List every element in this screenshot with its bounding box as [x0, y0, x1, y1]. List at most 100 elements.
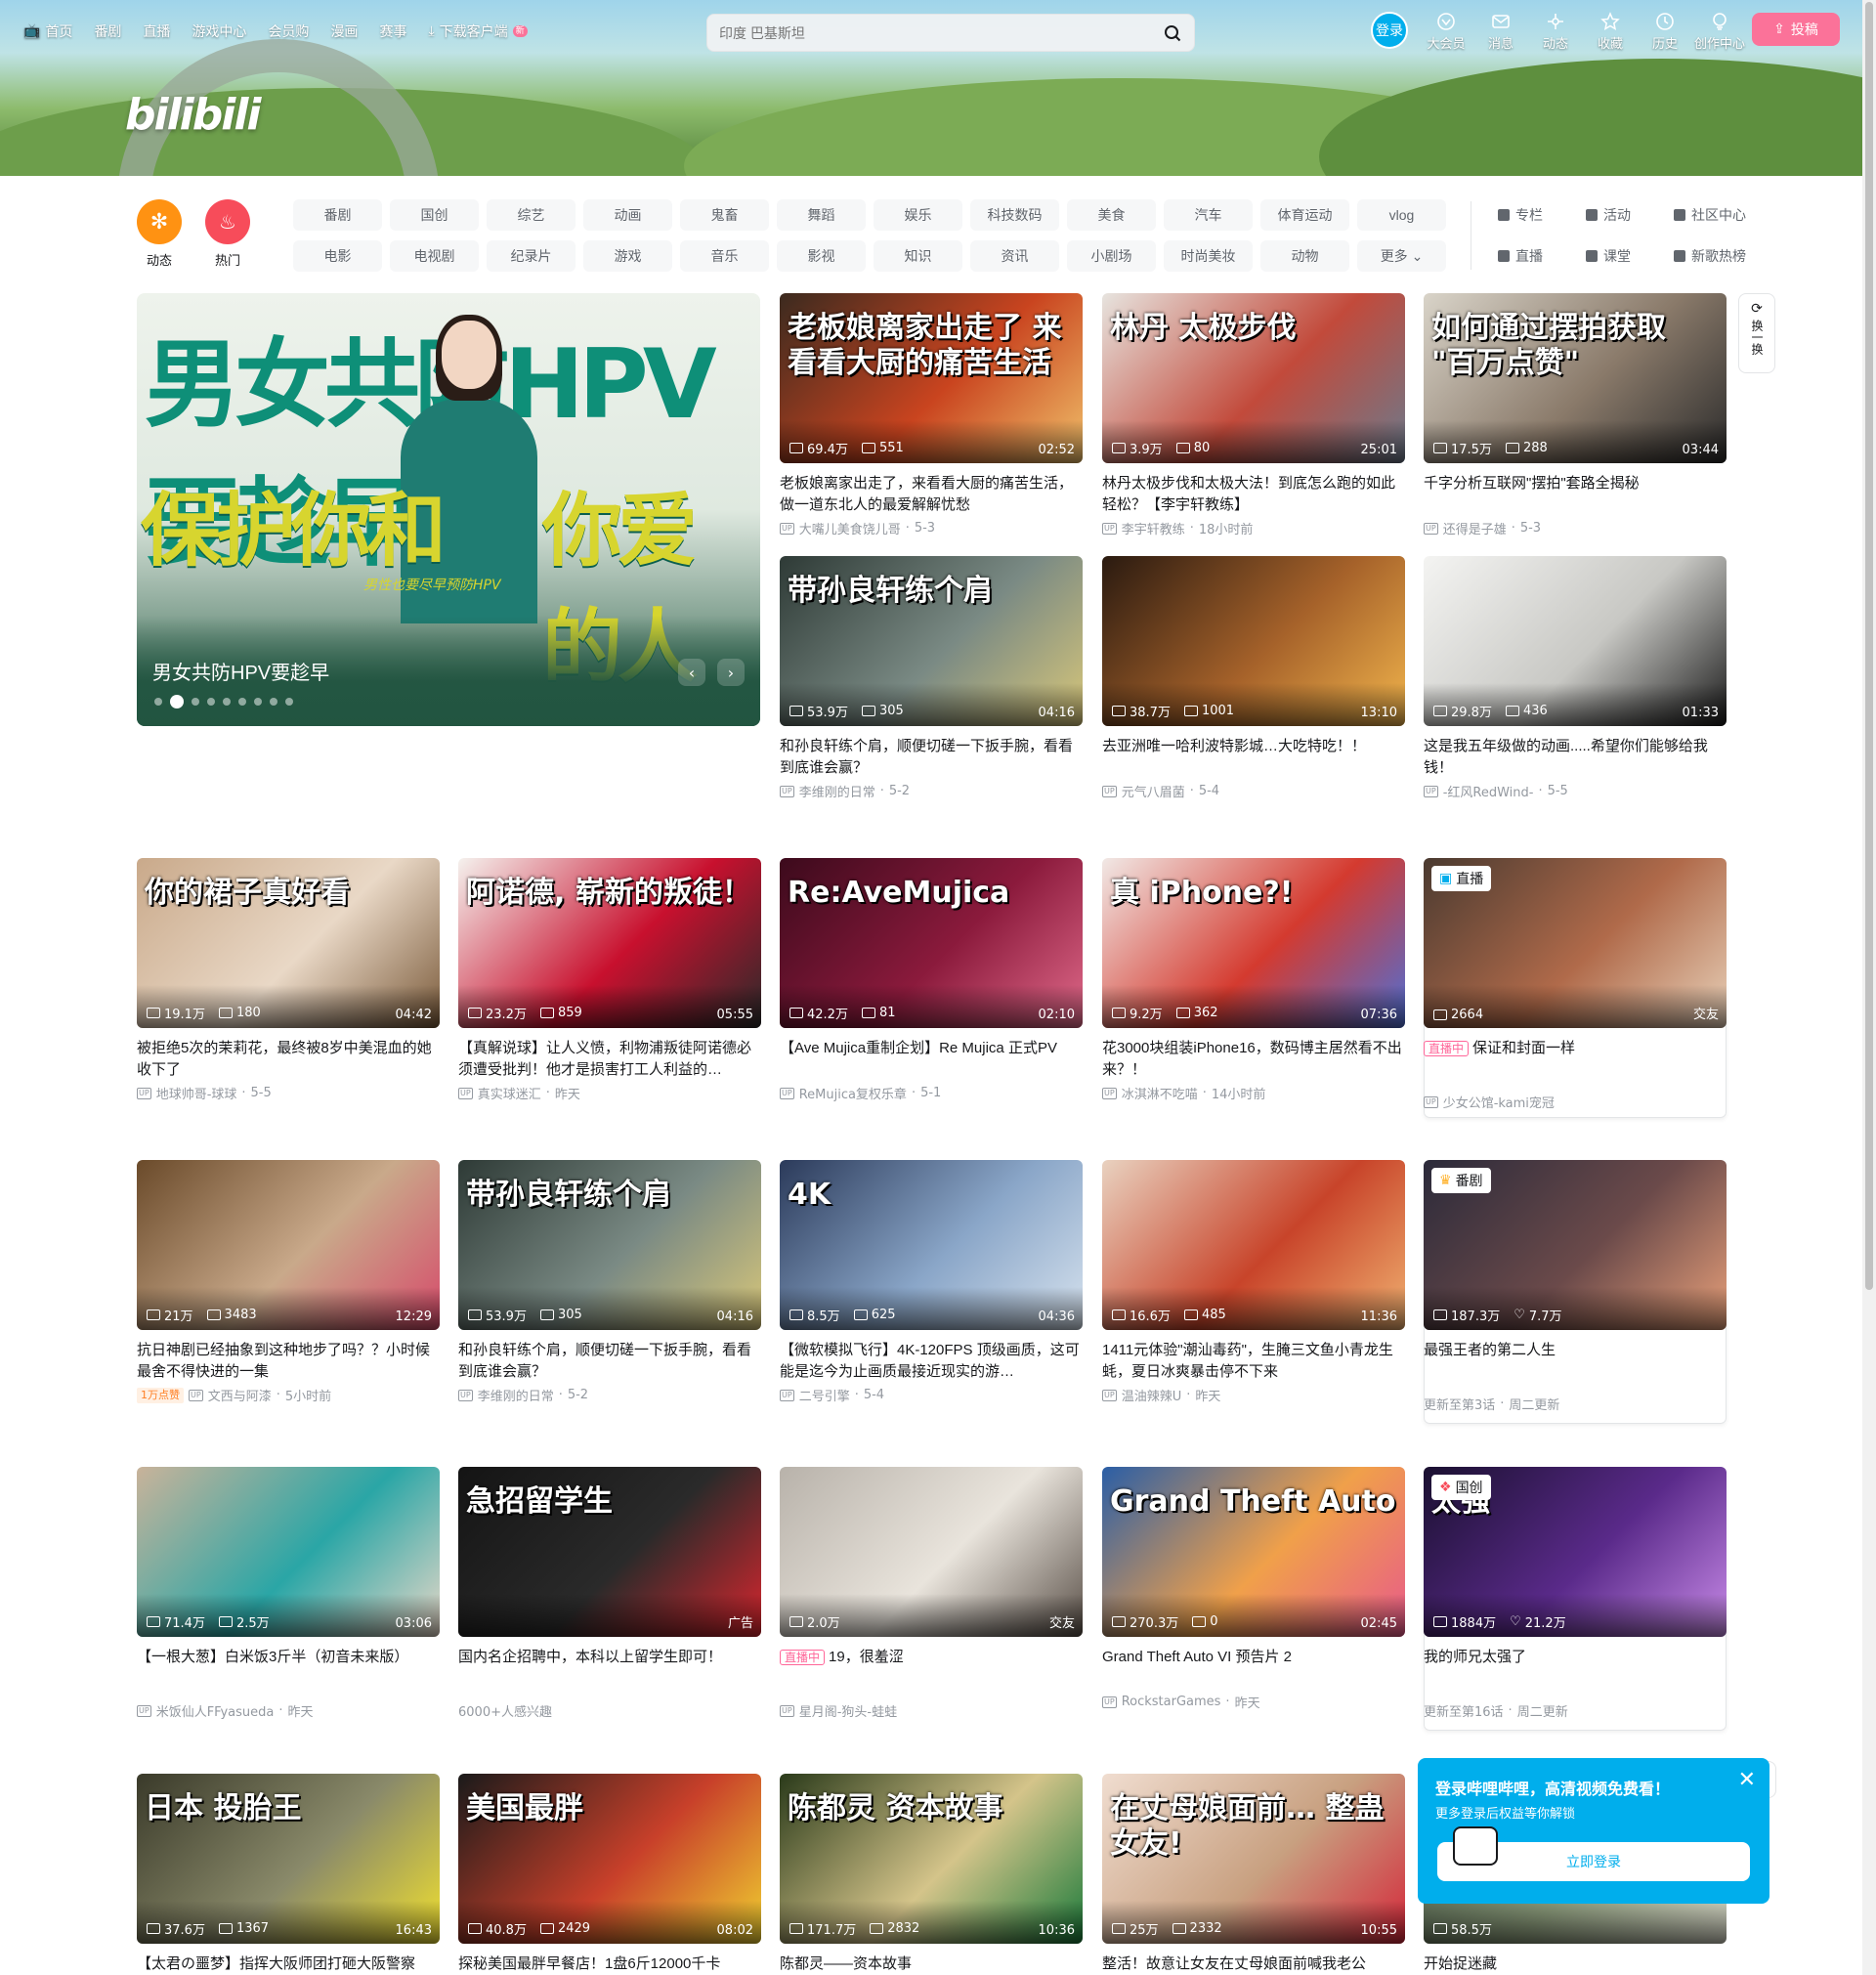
channel-pill[interactable]: 动画 — [583, 199, 672, 231]
nav-favorites[interactable]: 收藏 — [1583, 12, 1638, 52]
video-thumbnail[interactable]: 29.8万 436 01:33 — [1424, 556, 1727, 726]
video-thumbnail[interactable]: 日本 投胎王 37.6万 1367 16:43 — [137, 1774, 440, 1944]
video-meta[interactable]: UP RockstarGames · 昨天 — [1102, 1693, 1260, 1711]
channel-pill[interactable]: 鬼畜 — [680, 199, 769, 231]
video-thumbnail[interactable]: 太强 ❖ 国创 1884万 ♡ 21.2万 — [1424, 1467, 1727, 1637]
video-thumbnail[interactable]: 16.6万 485 11:36 — [1102, 1160, 1405, 1330]
video-thumbnail[interactable]: Grand Theft Auto 270.3万 0 02:45 — [1102, 1467, 1405, 1637]
login-avatar-button[interactable]: 登录 — [1371, 12, 1408, 49]
video-thumbnail[interactable]: 如何通过摆拍获取 "百万点赞" 17.5万 288 03:44 — [1424, 293, 1727, 463]
video-title[interactable]: 国内名企招聘中，本科以上留学生即可！ — [458, 1647, 761, 1668]
video-title[interactable]: 和孙良轩练个肩，顺便切磋一下扳手腕，看看到底谁会赢？ — [780, 736, 1083, 779]
scrollbar-thumb[interactable] — [1865, 2, 1873, 1290]
video-title[interactable]: 1411元体验"潮汕毒药"，生腌三文鱼小青龙生蚝，夏日冰爽暴击停不下来 — [1102, 1340, 1405, 1383]
channel-pill[interactable]: 汽车 — [1164, 199, 1253, 231]
channel-pill[interactable]: 影视 — [777, 240, 866, 272]
video-title[interactable]: 探秘美国最胖早餐店！1盘6斤12000千卡 — [458, 1954, 761, 1975]
video-thumbnail[interactable]: 急招留学生 广告 — [458, 1467, 761, 1637]
nav-download[interactable]: ⤓ 下载客户端新 — [428, 21, 528, 41]
channel-pill[interactable]: 纪录片 — [487, 240, 576, 272]
video-thumbnail[interactable]: 带孙良轩练个肩 53.9万 305 04:16 — [458, 1160, 761, 1330]
nav-live[interactable]: 直播 — [143, 21, 170, 41]
carousel-dot[interactable] — [238, 698, 246, 706]
channel-pill[interactable]: 国创 — [390, 199, 479, 231]
video-thumbnail[interactable]: 你的裙子真好看 19.1万 180 04:42 — [137, 858, 440, 1028]
dynamic-channel-button[interactable]: ✻ — [137, 199, 182, 244]
channel-side-link[interactable]: 社区中心 — [1674, 205, 1746, 225]
video-thumbnail[interactable]: 21万 3483 12:29 — [137, 1160, 440, 1330]
video-title[interactable]: 【太君の噩梦】指挥大阪师团打砸大阪警察 — [137, 1954, 440, 1975]
nav-game-center[interactable]: 游戏中心 — [192, 21, 246, 41]
nav-manga[interactable]: 漫画 — [330, 21, 358, 41]
video-title[interactable]: 这是我五年级做的动画.....希望你们能够给我钱！ — [1424, 736, 1727, 779]
carousel-dot[interactable] — [254, 698, 262, 706]
refresh-button[interactable]: ⟳ 换一换 — [1738, 293, 1775, 373]
carousel-dot-active[interactable] — [170, 695, 184, 708]
channel-pill[interactable]: 科技数码 — [970, 199, 1059, 231]
carousel-dot[interactable] — [223, 698, 231, 706]
video-meta[interactable]: UP 冰淇淋不吃喵 · 14小时前 — [1102, 1084, 1265, 1102]
video-meta[interactable]: UP 地球帅哥-球球 · 5-5 — [137, 1084, 272, 1102]
video-meta[interactable]: UP 米饭仙人FFyasueda · 昨天 — [137, 1701, 314, 1720]
video-title[interactable]: 我的师兄太强了 — [1424, 1647, 1727, 1668]
video-title[interactable]: 千字分析互联网"摆拍"套路全揭秘 — [1424, 473, 1727, 494]
channel-pill[interactable]: 时尚美妆 — [1164, 240, 1253, 272]
video-meta[interactable]: 更新至第3话 · 周二更新 — [1424, 1395, 1559, 1413]
video-meta[interactable]: 更新至第16话 · 周二更新 — [1424, 1701, 1568, 1720]
video-title[interactable]: 【一根大葱】白米饭3斤半（初音未来版） — [137, 1647, 440, 1668]
channel-side-link[interactable]: 直播 — [1498, 246, 1543, 266]
video-title[interactable]: Grand Theft Auto VI 预告片 2 — [1102, 1647, 1405, 1668]
channel-pill[interactable]: 番剧 — [293, 199, 382, 231]
video-thumbnail[interactable]: 带孙良轩练个肩 53.9万 305 04:16 — [780, 556, 1083, 726]
hero-carousel[interactable]: 男女共防HPV要趁早 保护你和 你爱的人 男性也要尽早预防HPV 男女共防HPV… — [137, 293, 760, 726]
video-title[interactable]: 直播中 保证和封面一样 — [1424, 1038, 1727, 1059]
channel-pill[interactable]: 舞蹈 — [777, 199, 866, 231]
page-scrollbar[interactable] — [1862, 0, 1876, 1975]
video-thumbnail[interactable]: 2.0万 交友 — [780, 1467, 1083, 1637]
channel-pill[interactable]: 电视剧 — [390, 240, 479, 272]
video-thumbnail[interactable]: 在丈母娘面前… 整蛊女友! 25万 2332 10:55 — [1102, 1774, 1405, 1944]
video-meta[interactable]: UP 真实球迷汇 · 昨天 — [458, 1084, 580, 1102]
channel-side-link[interactable]: 新歌热榜 — [1674, 246, 1746, 266]
channel-pill[interactable]: 电影 — [293, 240, 382, 272]
close-icon[interactable]: ✕ — [1738, 1770, 1756, 1791]
video-meta[interactable]: UP 元气八眉菌 · 5-4 — [1102, 782, 1219, 800]
carousel-dot[interactable] — [207, 698, 215, 706]
video-thumbnail[interactable]: 38.7万 1001 13:10 — [1102, 556, 1405, 726]
video-meta[interactable]: UP -红风RedWind- · 5-5 — [1424, 782, 1568, 800]
carousel-caption[interactable]: 男女共防HPV要趁早 — [152, 657, 329, 685]
nav-home[interactable]: 📺 首页 — [23, 21, 72, 41]
nav-esports[interactable]: 赛事 — [379, 21, 406, 41]
search-input[interactable] — [719, 22, 1130, 44]
video-title[interactable]: 和孙良轩练个肩，顺便切磋一下扳手腕，看看到底谁会赢？ — [458, 1340, 761, 1383]
channel-pill[interactable]: vlog — [1357, 199, 1446, 231]
bilibili-logo[interactable]: bilibili — [125, 90, 261, 140]
video-meta[interactable]: 1万点赞 UP 文西与阿漆 · 5小时前 — [137, 1386, 331, 1404]
video-meta[interactable]: UP 李维刚的日常 · 5-2 — [780, 782, 910, 800]
video-title[interactable]: 林丹太极步伐和太极大法！到底怎么跑的如此轻松？【李宇轩教练】 — [1102, 473, 1405, 516]
video-meta[interactable]: UP 李维刚的日常 · 5-2 — [458, 1386, 588, 1404]
video-meta[interactable]: UP 少女公馆-kami宠冠 — [1424, 1093, 1555, 1111]
video-meta[interactable]: UP ReMujica复权乐章 · 5-1 — [780, 1084, 941, 1102]
video-thumbnail[interactable]: 老板娘离家出走了 来看看大厨的痛苦生活 69.4万 551 02:52 — [780, 293, 1083, 463]
channel-pill[interactable]: 美食 — [1067, 199, 1156, 231]
video-title[interactable]: 【微软模拟飞行】4K-120FPS 顶级画质，这可能是迄今为止画质最接近现实的游… — [780, 1340, 1083, 1383]
video-thumbnail[interactable]: 陈都灵 资本故事 171.7万 2832 10:36 — [780, 1774, 1083, 1944]
nav-history[interactable]: 历史 — [1638, 12, 1692, 52]
video-thumbnail[interactable]: 真 iPhone?! 9.2万 362 07:36 — [1102, 858, 1405, 1028]
carousel-next-button[interactable]: › — [717, 659, 745, 686]
video-thumbnail[interactable]: Re:AveMujica 42.2万 81 02:10 — [780, 858, 1083, 1028]
video-title[interactable]: 【真解说球】让人义愤，利物浦叛徒阿诺德必须遭受批判！他才是损害打工人利益的… — [458, 1038, 761, 1081]
video-meta[interactable]: UP 大嘴儿美食饶儿哥 · 5-3 — [780, 519, 935, 537]
channel-pill[interactable]: 知识 — [874, 240, 962, 272]
video-meta[interactable]: UP 李宇轩教练 · 18小时前 — [1102, 519, 1253, 537]
nav-dynamic[interactable]: 动态 — [1528, 12, 1583, 52]
video-meta[interactable]: 6000+人感兴趣 — [458, 1701, 552, 1720]
video-title[interactable]: 抗日神剧已经抽象到这种地步了吗？？小时候最舍不得快进的一集 — [137, 1340, 440, 1383]
nav-vip[interactable]: 大会员 — [1419, 12, 1473, 52]
video-title[interactable]: 陈都灵——资本故事 — [780, 1954, 1083, 1975]
channel-pill[interactable]: 动物 — [1260, 240, 1349, 272]
channel-pill[interactable]: 更多 ⌄ — [1357, 240, 1446, 272]
video-thumbnail[interactable]: 4K 8.5万 625 04:36 — [780, 1160, 1083, 1330]
carousel-dot[interactable] — [270, 698, 277, 706]
